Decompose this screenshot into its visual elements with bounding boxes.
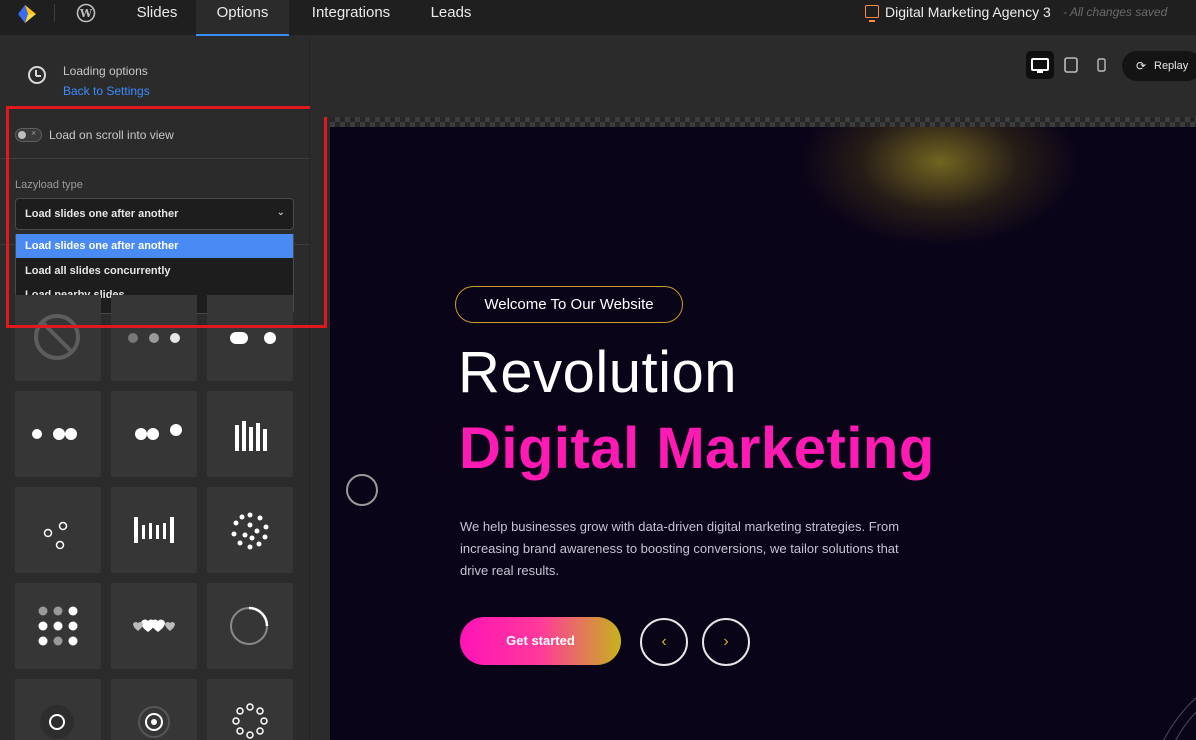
wordpress-icon[interactable]: W [76, 3, 96, 23]
section-title: Loading options [63, 64, 148, 78]
dots-burst-icon[interactable] [207, 487, 293, 573]
tab-options[interactable]: Options [196, 0, 289, 36]
tab-integrations[interactable]: Integrations [294, 0, 408, 36]
get-started-button[interactable]: Get started [460, 617, 621, 665]
save-status: - All changes saved [1063, 5, 1168, 19]
dots-triangle-icon[interactable] [15, 487, 101, 573]
mobile-icon[interactable] [1087, 51, 1115, 79]
slide-preview[interactable]: Welcome To Our Website Revolution Digita… [330, 127, 1196, 740]
divider [54, 4, 55, 22]
dots-circle-icon[interactable] [207, 679, 293, 740]
app-logo-icon[interactable] [14, 3, 40, 25]
dots-pair-icon[interactable] [111, 391, 197, 477]
welcome-badge[interactable]: Welcome To Our Website [455, 286, 683, 323]
tablet-icon[interactable] [1057, 51, 1085, 79]
svg-text:W: W [79, 7, 93, 20]
top-bar: W Slides Options Integrations Leads Digi… [0, 0, 1196, 36]
chevron-right-icon: › [723, 633, 729, 650]
bars-equalizer-icon[interactable] [207, 391, 293, 477]
highlight-annotation [6, 106, 327, 328]
prev-arrow-button[interactable]: ‹ [640, 618, 688, 666]
slide-paragraph[interactable]: We help businesses grow with data-driven… [460, 516, 920, 582]
clock-icon [28, 66, 46, 84]
transparency-strip [330, 117, 1196, 127]
ring-spinner-icon[interactable] [207, 583, 293, 669]
desktop-icon[interactable] [1026, 51, 1054, 79]
spotlight-glow [800, 127, 1080, 247]
monitor-icon [865, 5, 879, 22]
heading-line-2[interactable]: Digital Marketing [459, 415, 935, 482]
bars-wave-icon[interactable] [111, 487, 197, 573]
chevron-left-icon: ‹ [661, 633, 667, 650]
back-to-settings-link[interactable]: Back to Settings [63, 84, 150, 98]
next-arrow-button[interactable]: › [702, 618, 750, 666]
replay-label: Replay [1154, 60, 1189, 72]
heading-line-1[interactable]: Revolution [458, 339, 737, 406]
decorative-lines [1163, 697, 1196, 740]
replay-button[interactable]: ⟳ Replay [1122, 51, 1196, 81]
hearts-icon[interactable] [111, 583, 197, 669]
ring-small-icon[interactable] [15, 679, 101, 740]
loading-ring-icon [346, 474, 378, 506]
target-icon[interactable] [111, 679, 197, 740]
dots-grid-icon[interactable] [15, 583, 101, 669]
dots-pulse-icon[interactable] [15, 391, 101, 477]
replay-icon: ⟳ [1136, 59, 1147, 73]
tab-slides[interactable]: Slides [120, 0, 194, 36]
tab-leads[interactable]: Leads [415, 0, 487, 36]
project-title[interactable]: Digital Marketing Agency 3 [885, 4, 1051, 20]
